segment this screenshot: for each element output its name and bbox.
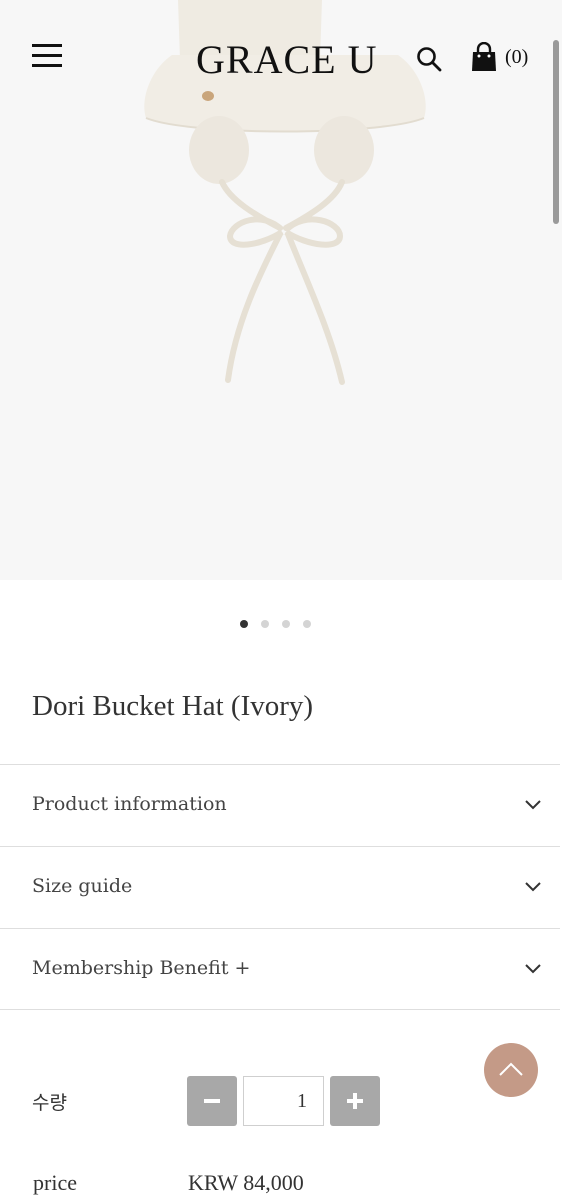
site-logo[interactable]: GRACE U	[196, 36, 377, 83]
gallery-dot-4[interactable]	[303, 620, 311, 628]
accordion-membership-benefit[interactable]: Membership Benefit +	[0, 928, 560, 1010]
gallery-pagination	[240, 620, 311, 630]
search-icon[interactable]	[416, 46, 442, 72]
minus-icon	[204, 1099, 220, 1103]
quantity-decrease-button[interactable]	[187, 1076, 237, 1126]
shopping-bag-icon[interactable]	[471, 41, 497, 72]
price-label: price	[33, 1170, 77, 1195]
price-value: KRW 84,000	[188, 1170, 304, 1195]
product-title: Dori Bucket Hat (Ivory)	[32, 690, 314, 722]
chevron-down-icon	[525, 800, 541, 810]
product-accordion: Product information Size guide Membershi…	[0, 764, 560, 1010]
accordion-product-information[interactable]: Product information	[0, 764, 560, 846]
accordion-size-guide[interactable]: Size guide	[0, 846, 560, 928]
quantity-increase-button[interactable]	[330, 1076, 380, 1126]
accordion-label: Product information	[32, 793, 227, 815]
plus-icon-vertical	[353, 1093, 357, 1109]
gallery-dot-3[interactable]	[282, 620, 290, 628]
page-scrollbar[interactable]	[553, 40, 559, 224]
menu-icon[interactable]	[32, 44, 62, 68]
accordion-label: Membership Benefit +	[32, 957, 251, 979]
quantity-label: 수량	[32, 1092, 67, 1114]
chevron-down-icon	[525, 964, 541, 974]
cart-count[interactable]: (0)	[505, 46, 528, 69]
gallery-dot-2[interactable]	[261, 620, 269, 628]
chevron-down-icon	[525, 882, 541, 892]
scroll-to-top-button[interactable]	[484, 1043, 538, 1097]
accordion-label: Size guide	[32, 875, 133, 897]
chevron-up-icon	[499, 1062, 523, 1076]
gallery-dot-1[interactable]	[240, 620, 248, 628]
quantity-input[interactable]	[243, 1076, 324, 1126]
site-header: GRACE U (0)	[0, 30, 562, 90]
